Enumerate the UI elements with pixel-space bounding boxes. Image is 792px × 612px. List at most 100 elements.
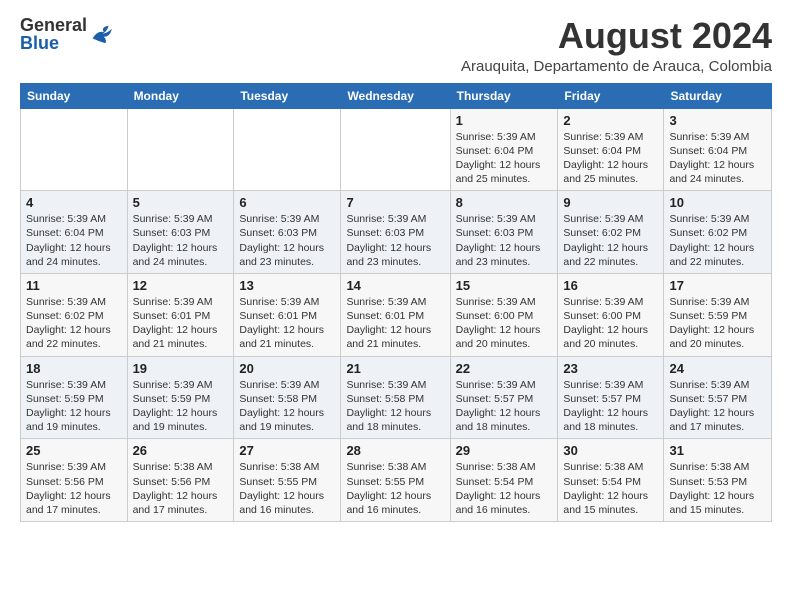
day-info: Sunrise: 5:39 AM Sunset: 6:02 PM Dayligh… — [26, 295, 122, 352]
day-number: 19 — [133, 361, 229, 376]
week-row-5: 25 Sunrise: 5:39 AM Sunset: 5:56 PM Dayli… — [21, 439, 772, 522]
day-number: 5 — [133, 195, 229, 210]
day-info: Sunrise: 5:39 AM Sunset: 5:56 PM Dayligh… — [26, 460, 122, 517]
week-row-1: 1Sunrise: 5:39 AM Sunset: 6:04 PM Daylig… — [21, 108, 772, 191]
day-cell: 10 Sunrise: 5:39 AM Sunset: 6:02 PM Dayli… — [664, 191, 772, 274]
week-row-2: 4 Sunrise: 5:39 AM Sunset: 6:04 PM Daylig… — [21, 191, 772, 274]
day-info: Sunrise: 5:39 AM Sunset: 6:02 PM Dayligh… — [563, 212, 658, 269]
day-info: Sunrise: 5:39 AM Sunset: 6:04 PM Dayligh… — [26, 212, 122, 269]
day-info: Sunrise: 5:39 AM Sunset: 6:04 PM Dayligh… — [456, 130, 553, 187]
day-number: 21 — [346, 361, 444, 376]
day-number: 16 — [563, 278, 658, 293]
day-cell: 26Sunrise: 5:38 AM Sunset: 5:56 PM Dayli… — [127, 439, 234, 522]
day-info: Sunrise: 5:39 AM Sunset: 6:00 PM Dayligh… — [563, 295, 658, 352]
day-number: 10 — [669, 195, 766, 210]
header: General Blue August 2024 Arauquita, Depa… — [20, 16, 772, 75]
day-cell: 18 Sunrise: 5:39 AM Sunset: 5:59 PM Dayli… — [21, 356, 128, 439]
day-cell: 1Sunrise: 5:39 AM Sunset: 6:04 PM Daylig… — [450, 108, 558, 191]
day-cell: 12Sunrise: 5:39 AM Sunset: 6:01 PM Dayli… — [127, 273, 234, 356]
weekday-header-sunday: Sunday — [21, 83, 128, 108]
day-number: 7 — [346, 195, 444, 210]
day-info: Sunrise: 5:38 AM Sunset: 5:53 PM Dayligh… — [669, 460, 766, 517]
day-cell: 4 Sunrise: 5:39 AM Sunset: 6:04 PM Daylig… — [21, 191, 128, 274]
day-info: Sunrise: 5:39 AM Sunset: 5:57 PM Dayligh… — [563, 378, 658, 435]
day-cell: 3 Sunrise: 5:39 AM Sunset: 6:04 PM Daylig… — [664, 108, 772, 191]
day-info: Sunrise: 5:39 AM Sunset: 5:59 PM Dayligh… — [133, 378, 229, 435]
day-cell: 28 Sunrise: 5:38 AM Sunset: 5:55 PM Dayli… — [341, 439, 450, 522]
title-area: August 2024 Arauquita, Departamento de A… — [461, 16, 772, 75]
day-cell: 13 Sunrise: 5:39 AM Sunset: 6:01 PM Dayli… — [234, 273, 341, 356]
day-cell: 25 Sunrise: 5:39 AM Sunset: 5:56 PM Dayli… — [21, 439, 128, 522]
logo: General Blue — [20, 16, 115, 52]
day-cell — [341, 108, 450, 191]
day-cell: 11 Sunrise: 5:39 AM Sunset: 6:02 PM Dayli… — [21, 273, 128, 356]
day-info: Sunrise: 5:39 AM Sunset: 5:58 PM Dayligh… — [346, 378, 444, 435]
day-number: 15 — [456, 278, 553, 293]
day-number: 29 — [456, 443, 553, 458]
day-number: 2 — [563, 113, 658, 128]
weekday-header-friday: Friday — [558, 83, 664, 108]
day-cell: 15 Sunrise: 5:39 AM Sunset: 6:00 PM Dayli… — [450, 273, 558, 356]
day-cell: 19 Sunrise: 5:39 AM Sunset: 5:59 PM Dayli… — [127, 356, 234, 439]
day-info: Sunrise: 5:39 AM Sunset: 5:57 PM Dayligh… — [669, 378, 766, 435]
day-cell: 23 Sunrise: 5:39 AM Sunset: 5:57 PM Dayli… — [558, 356, 664, 439]
day-number: 24 — [669, 361, 766, 376]
day-cell: 16 Sunrise: 5:39 AM Sunset: 6:00 PM Dayli… — [558, 273, 664, 356]
month-title: August 2024 — [461, 16, 772, 56]
day-info: Sunrise: 5:39 AM Sunset: 6:01 PM Dayligh… — [346, 295, 444, 352]
day-number: 23 — [563, 361, 658, 376]
day-cell: 31Sunrise: 5:38 AM Sunset: 5:53 PM Dayli… — [664, 439, 772, 522]
day-number: 3 — [669, 113, 766, 128]
weekday-header-thursday: Thursday — [450, 83, 558, 108]
day-cell — [127, 108, 234, 191]
day-info: Sunrise: 5:39 AM Sunset: 5:59 PM Dayligh… — [26, 378, 122, 435]
day-cell: 7Sunrise: 5:39 AM Sunset: 6:03 PM Daylig… — [341, 191, 450, 274]
day-number: 4 — [26, 195, 122, 210]
day-cell — [21, 108, 128, 191]
day-info: Sunrise: 5:38 AM Sunset: 5:54 PM Dayligh… — [456, 460, 553, 517]
day-cell: 14Sunrise: 5:39 AM Sunset: 6:01 PM Dayli… — [341, 273, 450, 356]
day-info: Sunrise: 5:39 AM Sunset: 5:58 PM Dayligh… — [239, 378, 335, 435]
day-info: Sunrise: 5:39 AM Sunset: 6:04 PM Dayligh… — [563, 130, 658, 187]
day-info: Sunrise: 5:38 AM Sunset: 5:55 PM Dayligh… — [239, 460, 335, 517]
day-cell: 29 Sunrise: 5:38 AM Sunset: 5:54 PM Dayli… — [450, 439, 558, 522]
page: General Blue August 2024 Arauquita, Depa… — [0, 0, 792, 532]
day-number: 27 — [239, 443, 335, 458]
day-info: Sunrise: 5:39 AM Sunset: 6:03 PM Dayligh… — [456, 212, 553, 269]
day-cell: 17 Sunrise: 5:39 AM Sunset: 5:59 PM Dayli… — [664, 273, 772, 356]
day-number: 28 — [346, 443, 444, 458]
weekday-header-wednesday: Wednesday — [341, 83, 450, 108]
day-number: 18 — [26, 361, 122, 376]
day-number: 9 — [563, 195, 658, 210]
logo-text: General Blue — [20, 16, 87, 52]
day-cell: 24 Sunrise: 5:39 AM Sunset: 5:57 PM Dayli… — [664, 356, 772, 439]
day-info: Sunrise: 5:39 AM Sunset: 5:57 PM Dayligh… — [456, 378, 553, 435]
day-number: 11 — [26, 278, 122, 293]
day-cell: 5Sunrise: 5:39 AM Sunset: 6:03 PM Daylig… — [127, 191, 234, 274]
day-info: Sunrise: 5:38 AM Sunset: 5:56 PM Dayligh… — [133, 460, 229, 517]
day-info: Sunrise: 5:38 AM Sunset: 5:55 PM Dayligh… — [346, 460, 444, 517]
week-row-4: 18 Sunrise: 5:39 AM Sunset: 5:59 PM Dayli… — [21, 356, 772, 439]
location-subtitle: Arauquita, Departamento de Arauca, Colom… — [461, 58, 772, 75]
day-number: 17 — [669, 278, 766, 293]
logo-general: General — [20, 15, 87, 35]
calendar-table: SundayMondayTuesdayWednesdayThursdayFrid… — [20, 83, 772, 522]
day-cell: 30Sunrise: 5:38 AM Sunset: 5:54 PM Dayli… — [558, 439, 664, 522]
day-info: Sunrise: 5:39 AM Sunset: 5:59 PM Dayligh… — [669, 295, 766, 352]
day-info: Sunrise: 5:39 AM Sunset: 6:01 PM Dayligh… — [239, 295, 335, 352]
day-info: Sunrise: 5:38 AM Sunset: 5:54 PM Dayligh… — [563, 460, 658, 517]
day-cell: 27 Sunrise: 5:38 AM Sunset: 5:55 PM Dayli… — [234, 439, 341, 522]
weekday-header-row: SundayMondayTuesdayWednesdayThursdayFrid… — [21, 83, 772, 108]
day-cell: 8Sunrise: 5:39 AM Sunset: 6:03 PM Daylig… — [450, 191, 558, 274]
day-cell: 20 Sunrise: 5:39 AM Sunset: 5:58 PM Dayli… — [234, 356, 341, 439]
day-number: 6 — [239, 195, 335, 210]
day-cell: 9 Sunrise: 5:39 AM Sunset: 6:02 PM Daylig… — [558, 191, 664, 274]
day-cell: 2 Sunrise: 5:39 AM Sunset: 6:04 PM Daylig… — [558, 108, 664, 191]
day-number: 25 — [26, 443, 122, 458]
day-number: 13 — [239, 278, 335, 293]
day-number: 20 — [239, 361, 335, 376]
day-info: Sunrise: 5:39 AM Sunset: 6:04 PM Dayligh… — [669, 130, 766, 187]
day-cell: 21 Sunrise: 5:39 AM Sunset: 5:58 PM Dayli… — [341, 356, 450, 439]
day-info: Sunrise: 5:39 AM Sunset: 6:02 PM Dayligh… — [669, 212, 766, 269]
day-info: Sunrise: 5:39 AM Sunset: 6:00 PM Dayligh… — [456, 295, 553, 352]
